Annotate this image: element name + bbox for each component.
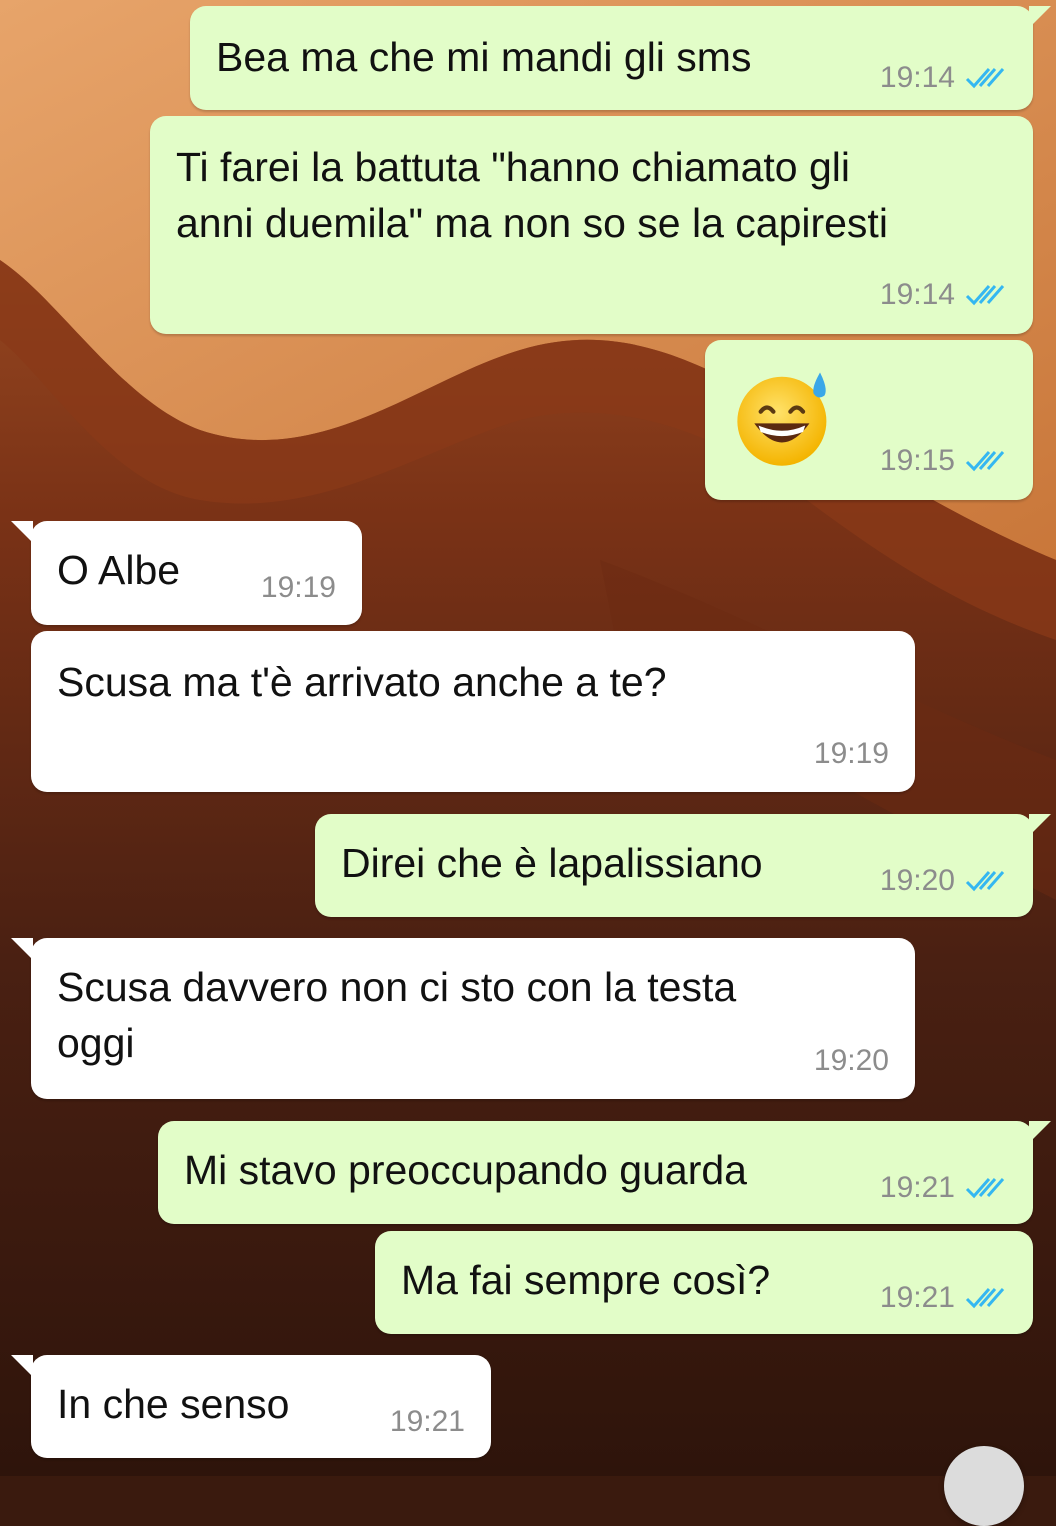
message-text: Direi che è lapalissiano (341, 840, 763, 886)
message-bubble-outgoing[interactable]: 19:15 (705, 340, 1033, 500)
message-text: O Albe (57, 547, 181, 593)
message-meta: 19:14 (880, 61, 1007, 95)
message-time: 19:20 (813, 1044, 889, 1077)
message-meta: 19:15 (880, 444, 1007, 478)
message-text-line: Scusa davvero non ci sto con la testa (57, 964, 737, 1010)
scroll-down-button[interactable] (944, 1446, 1024, 1526)
double-check-icon (965, 285, 1005, 306)
message-time: 19:21 (879, 1171, 955, 1204)
double-check-icon (965, 871, 1005, 892)
message-text: Scusa ma t'è arrivato anche a te? (57, 659, 667, 705)
message-bubble-incoming[interactable]: Scusa davvero non ci sto con la testa og… (11, 938, 915, 1099)
message-time: 19:19 (813, 737, 889, 770)
message-meta: 19:21 (390, 1405, 465, 1439)
message-text: In che senso (57, 1381, 290, 1427)
message-time: 19:15 (879, 444, 955, 477)
message-meta: 19:19 (814, 737, 889, 771)
message-text-line: oggi (57, 1020, 135, 1066)
message-bubble-outgoing[interactable]: Ma fai sempre così? 19:21 (375, 1231, 1033, 1334)
message-meta: 19:14 (880, 278, 1007, 312)
message-bubble-outgoing[interactable]: Direi che è lapalissiano 19:20 (315, 814, 1051, 917)
message-bubble-outgoing[interactable]: Mi stavo preoccupando guarda 19:21 (158, 1121, 1051, 1224)
message-text: Bea ma che mi mandi gli sms (216, 34, 752, 80)
message-bubble-incoming[interactable]: Scusa ma t'è arrivato anche a te? 19:19 (31, 631, 915, 792)
message-time: 19:21 (879, 1281, 955, 1314)
double-check-icon (965, 1178, 1005, 1199)
message-meta: 19:19 (261, 571, 336, 605)
message-text: Ma fai sempre così? (401, 1257, 771, 1303)
message-bubble-outgoing[interactable]: Ti farei la battuta "hanno chiamato gli … (150, 116, 1033, 334)
message-bubble-incoming[interactable]: In che senso 19:21 (11, 1355, 491, 1458)
message-time: 19:14 (879, 278, 955, 311)
message-time: 19:14 (879, 61, 955, 94)
message-text-line: Ti farei la battuta "hanno chiamato gli (176, 144, 850, 190)
double-check-icon (965, 451, 1005, 472)
message-time: 19:19 (260, 571, 336, 604)
message-bubble-incoming[interactable]: O Albe 19:19 (11, 521, 362, 625)
message-time: 19:20 (879, 864, 955, 897)
double-check-icon (965, 1288, 1005, 1309)
message-time: 19:21 (389, 1405, 465, 1438)
double-check-icon (965, 68, 1005, 89)
grinning-face-with-sweat-icon (737, 372, 827, 466)
message-meta: 19:20 (880, 864, 1007, 898)
message-meta: 19:21 (880, 1171, 1007, 1205)
message-text-line: anni duemila" ma non so se la capiresti (176, 200, 888, 246)
message-text: Mi stavo preoccupando guarda (184, 1147, 747, 1193)
message-meta: 19:20 (814, 1044, 889, 1078)
message-bubble-outgoing[interactable]: Bea ma che mi mandi gli sms 19:14 (190, 6, 1051, 110)
message-meta: 19:21 (880, 1281, 1007, 1315)
